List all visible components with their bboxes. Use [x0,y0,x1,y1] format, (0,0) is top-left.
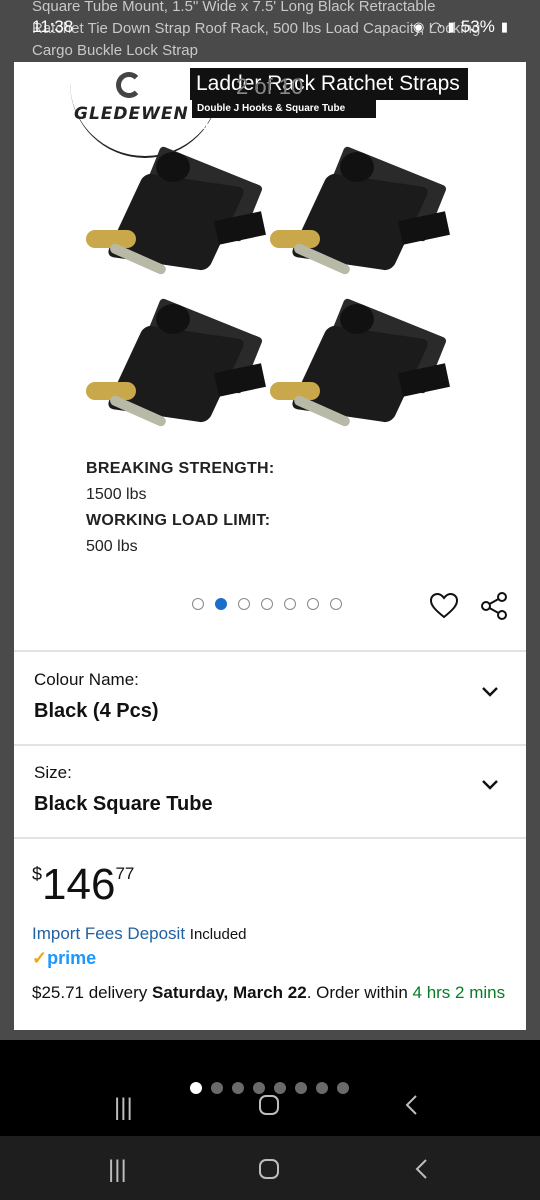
delivery-countdown: 4 hrs 2 mins [412,983,506,1002]
image-dot[interactable] [190,1082,202,1094]
image-banner-subtitle: Double J Hooks & Square Tube Mount [192,100,376,132]
image-dot[interactable] [274,1082,286,1094]
image-dot[interactable] [295,1082,307,1094]
working-load-value: 500 lbs [86,538,138,555]
image-dot[interactable] [253,1082,265,1094]
recent-apps-icon[interactable]: ||| [114,1094,133,1122]
divider [14,650,526,652]
battery-icon: ▮ [500,19,508,34]
delivery-amount: $25.71 delivery [32,983,148,1002]
delivery-date: Saturday, March 22 [152,983,307,1002]
size-value: Black Square Tube [34,793,213,815]
price-whole: 146 [42,860,116,909]
brand-logo: GLEDEWEN [70,66,220,160]
order-within: . Order within [306,983,408,1002]
ratchet-strap-image [86,145,266,308]
ratchet-strap-image [86,297,266,460]
breaking-strength-label: BREAKING STRENGTH: [86,460,275,477]
back-icon[interactable] [404,1094,418,1123]
price-fraction: 77 [115,864,135,883]
image-dot[interactable] [337,1082,349,1094]
logo-g-icon [116,72,142,98]
clock: 11:38 [32,17,74,36]
prime-label: prime [47,948,97,968]
chevron-down-icon[interactable] [480,775,500,795]
divider [14,837,526,839]
image-dot[interactable] [232,1082,244,1094]
back-icon[interactable] [414,1158,428,1187]
prime-badge: ✓prime [32,948,96,969]
strap-knob [340,152,374,182]
notification-icon: ◉ [412,19,425,34]
gallery-dot[interactable] [215,598,227,610]
price-currency: $ [32,864,43,884]
colour-label: Colour Name: [34,670,139,689]
product-title-line: Cargo Buckle Lock Strap [32,42,198,59]
import-fees: Import Fees Deposit Included [32,924,247,944]
gallery-dot[interactable] [330,598,342,610]
gallery-dot[interactable] [284,598,296,610]
home-icon[interactable] [258,1094,280,1123]
strap-knob [156,152,190,182]
prime-check-icon: ✓ [32,948,48,968]
image-dot[interactable] [211,1082,223,1094]
share-icon[interactable] [480,592,508,620]
gallery-dot[interactable] [261,598,273,610]
colour-value: Black (4 Pcs) [34,700,159,722]
gallery-dot[interactable] [192,598,204,610]
image-banner-title: Ladder Rack Ratchet Straps [190,68,468,100]
working-load-label: WORKING LOAD LIMIT: [86,512,271,529]
close-icon[interactable]: × [28,69,58,105]
signal-icon: ▮ [447,19,455,34]
ratchet-strap-image [270,145,450,308]
status-bar: 11:38 ◉ ◠ ▮ 53% ▮ [32,16,508,38]
import-fees-link[interactable]: Import Fees Deposit [32,924,185,943]
heart-icon[interactable] [429,592,459,619]
image-pagination[interactable] [190,1082,349,1094]
breaking-strength-value: 1500 lbs [86,486,147,503]
ratchet-strap-image [270,297,450,460]
gallery-dot[interactable] [307,598,319,610]
wifi-icon: ◠ [430,19,442,34]
system-navigation-bar: ||| [0,1136,540,1200]
image-counter: 2 of 10 [236,74,304,99]
gallery-dot[interactable] [238,598,250,610]
strap-knob [156,304,190,334]
status-icons: ◉ ◠ ▮ 53% ▮ [413,17,508,37]
import-fees-status: Included [189,926,247,943]
home-icon[interactable] [258,1158,280,1187]
gallery-pagination[interactable] [192,598,342,610]
brand-name: GLEDEWEN [74,104,189,124]
size-label: Size: [34,763,72,782]
battery-level: 53% [460,17,495,36]
image-dot[interactable] [316,1082,328,1094]
strap-knob [340,304,374,334]
chevron-down-icon[interactable] [480,682,500,702]
product-price: $14677 [32,860,134,910]
recent-apps-icon[interactable]: ||| [108,1156,127,1184]
divider [14,744,526,746]
delivery-info: $25.71 delivery Saturday, March 22. Orde… [32,980,512,1005]
